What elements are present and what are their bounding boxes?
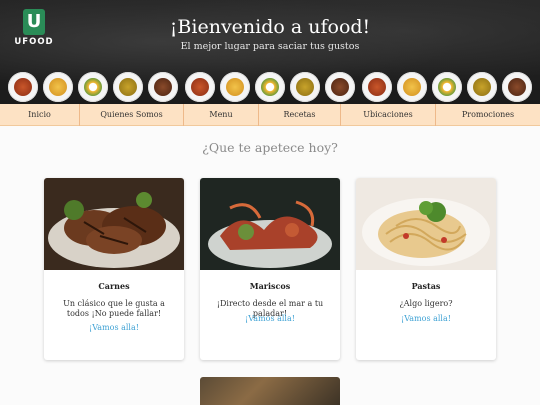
pastas-image [356,178,496,270]
plate-icon [43,72,73,102]
logo-text: UFOOD [14,37,54,47]
plate-icon [467,72,497,102]
card-pastas[interactable]: Pastas ¿Algo ligero? ¡Vamos alla! [356,178,496,360]
section-title: ¿Que te apetece hoy? [202,140,338,155]
plate-icon [397,72,427,102]
site-header: U UFOOD ¡Bienvenido a ufood! El mejor lu… [0,0,540,104]
plate-icon [185,72,215,102]
card-title: Carnes [98,281,130,291]
nav-item-ubicaciones[interactable]: Ubicaciones [341,104,436,126]
plate-icon [255,72,285,102]
plate-icon [78,72,108,102]
card-description: Un clásico que le gusta a todos ¡No pued… [63,299,165,318]
card-mariscos[interactable]: Mariscos ¡Directo desde el mar a tu pala… [200,178,340,360]
nav-item-inicio[interactable]: Inicio [0,104,80,126]
plate-icon [148,72,178,102]
plate-icon [290,72,320,102]
logo-badge: U [23,9,45,35]
plate-icon [432,72,462,102]
mariscos-image [200,178,340,270]
plate-icon [325,72,355,102]
plate-icon [113,72,143,102]
plate-icon [220,72,250,102]
nav-item-menu[interactable]: Menu [184,104,259,126]
plates-banner [0,70,540,104]
card-title: Pastas [411,281,441,291]
card-link[interactable]: ¡Vamos alla! [200,314,340,323]
card-title: Mariscos [249,281,291,291]
plate-icon [362,72,392,102]
card-description: ¿Algo ligero? [399,299,453,308]
plate-icon [502,72,532,102]
card-link[interactable]: ¡Vamos alla! [44,323,184,332]
card-link[interactable]: ¡Vamos alla! [356,314,496,323]
nav-item-quienes-somos[interactable]: Quienes Somos [80,104,184,126]
hero-title: ¡Bienvenido a ufood! [169,16,371,38]
nav-item-recetas[interactable]: Recetas [259,104,341,126]
carnes-image [44,178,184,270]
card-partial-image[interactable] [200,377,340,405]
ufood-logo[interactable]: U UFOOD [14,9,54,49]
plate-icon [8,72,38,102]
main-nav: Inicio Quienes Somos Menu Recetas Ubicac… [0,104,540,126]
hero-subtitle: El mejor lugar para saciar tus gustos [180,41,360,52]
card-carnes[interactable]: Carnes Un clásico que le gusta a todos ¡… [44,178,184,360]
nav-item-promociones[interactable]: Promociones [436,104,540,126]
